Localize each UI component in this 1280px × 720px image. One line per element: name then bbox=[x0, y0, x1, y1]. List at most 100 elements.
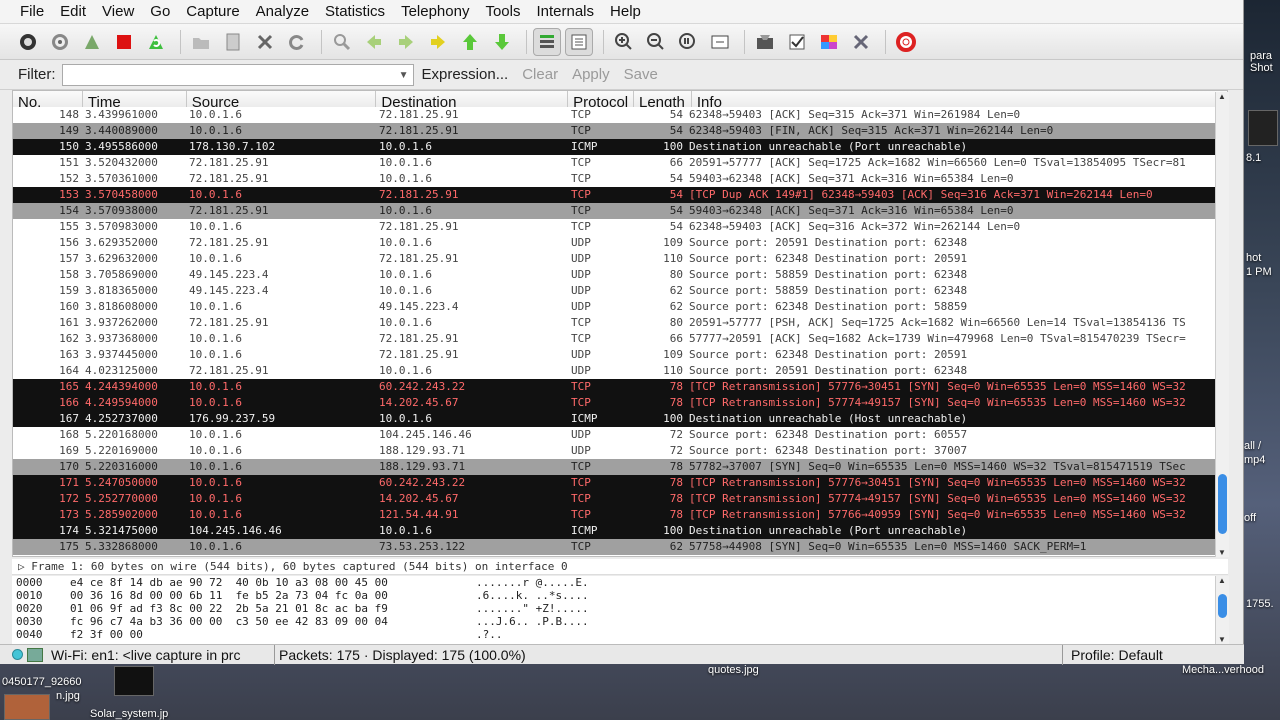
menu-help[interactable]: Help bbox=[602, 0, 649, 24]
packet-row[interactable]: 149 3.440089000 10.0.1.6 72.181.25.91 TCP 54 6… bbox=[13, 123, 1227, 139]
last-packet-icon[interactable] bbox=[488, 28, 516, 56]
byte-row[interactable]: 0010 00 36 16 8d 00 00 6b 11 fe b5 2a 73 … bbox=[12, 589, 1228, 602]
save-button[interactable]: Save bbox=[624, 66, 658, 83]
packet-list[interactable]: No. Time Source Destination Protocol Len… bbox=[12, 90, 1228, 557]
clear-button[interactable]: Clear bbox=[522, 66, 558, 83]
desktop-file-label[interactable]: all / bbox=[1244, 440, 1261, 452]
packet-detail-pane[interactable]: ▷ Frame 1: 60 bytes on wire (544 bits), … bbox=[12, 559, 1228, 575]
menu-edit[interactable]: Edit bbox=[52, 0, 94, 24]
packet-row[interactable]: 173 5.285902000 10.0.1.6 121.54.44.91 TCP 78 [… bbox=[13, 507, 1227, 523]
auto-scroll-icon[interactable] bbox=[565, 27, 593, 56]
forward-icon[interactable] bbox=[392, 28, 420, 56]
interface-list-icon[interactable] bbox=[14, 28, 42, 56]
desktop-file-label[interactable]: Shot bbox=[1250, 62, 1273, 74]
desktop-file-label[interactable]: Mecha...verhood bbox=[1182, 664, 1264, 676]
packet-row[interactable]: 164 4.023125000 72.181.25.91 10.0.1.6 UDP 110… bbox=[13, 363, 1227, 379]
packet-row[interactable]: 158 3.705869000 49.145.223.4 10.0.1.6 UDP 80 S… bbox=[13, 267, 1227, 283]
scroll-thumb[interactable] bbox=[1218, 594, 1227, 618]
save-file-icon[interactable] bbox=[219, 28, 247, 56]
packet-row[interactable]: 161 3.937262000 72.181.25.91 10.0.1.6 TCP 80 2… bbox=[13, 315, 1227, 331]
packet-row[interactable]: 175 5.332868000 10.0.1.6 73.53.253.122 TCP 62… bbox=[13, 539, 1227, 555]
status-profile[interactable]: Profile: Default bbox=[1063, 645, 1233, 665]
packet-row[interactable]: 167 4.252737000 176.99.237.59 10.0.1.6 ICMP 1… bbox=[13, 411, 1227, 427]
packet-row[interactable]: 171 5.247050000 10.0.1.6 60.242.243.22 TCP 78… bbox=[13, 475, 1227, 491]
menu-capture[interactable]: Capture bbox=[178, 0, 247, 24]
normal-size-icon[interactable] bbox=[674, 28, 702, 56]
menu-view[interactable]: View bbox=[94, 0, 142, 24]
desktop-file-label[interactable]: 0450177_92660 bbox=[2, 676, 82, 688]
filter-input-box[interactable]: ▼ bbox=[61, 63, 414, 86]
packet-row[interactable]: 157 3.629632000 10.0.1.6 72.181.25.91 UDP 110… bbox=[13, 251, 1227, 267]
byte-row[interactable]: 0020 01 06 9f ad f3 8c 00 22 2b 5a 21 01 … bbox=[12, 602, 1228, 615]
coloring-rules-icon[interactable] bbox=[815, 28, 843, 56]
packet-row[interactable]: 170 5.220316000 10.0.1.6 188.129.93.71 TCP 78… bbox=[13, 459, 1227, 475]
restart-capture-icon[interactable] bbox=[142, 28, 170, 56]
packet-row[interactable]: 166 4.249594000 10.0.1.6 14.202.45.67 TCP 78 [… bbox=[13, 395, 1227, 411]
open-file-icon[interactable] bbox=[187, 28, 215, 56]
menu-statistics[interactable]: Statistics bbox=[317, 0, 393, 24]
desktop-file-label[interactable]: 8.1 bbox=[1246, 152, 1261, 164]
help-icon[interactable] bbox=[892, 28, 920, 56]
desktop-file-thumbnail[interactable] bbox=[1248, 110, 1278, 146]
packet-row[interactable]: 156 3.629352000 72.181.25.91 10.0.1.6 UDP 109… bbox=[13, 235, 1227, 251]
menu-telephony[interactable]: Telephony bbox=[393, 0, 477, 24]
scroll-thumb[interactable] bbox=[1218, 474, 1227, 534]
go-to-packet-icon[interactable] bbox=[424, 28, 452, 56]
chevron-down-icon[interactable]: ▼ bbox=[399, 70, 409, 81]
desktop-file-label[interactable]: Solar_system.jp bbox=[90, 708, 168, 720]
packet-row[interactable]: 168 5.220168000 10.0.1.6 104.245.146.46 UDP 7… bbox=[13, 427, 1227, 443]
display-filters-icon[interactable] bbox=[783, 28, 811, 56]
scroll-down-icon[interactable]: ▼ bbox=[1218, 635, 1226, 644]
expert-info-icon[interactable] bbox=[27, 647, 43, 662]
desktop-file-thumbnail[interactable] bbox=[114, 666, 154, 696]
zoom-out-icon[interactable] bbox=[642, 28, 670, 56]
desktop-file-label[interactable]: 1 PM bbox=[1246, 266, 1272, 278]
packet-row[interactable]: 155 3.570983000 10.0.1.6 72.181.25.91 TCP 54 6… bbox=[13, 219, 1227, 235]
desktop-file-thumbnail[interactable] bbox=[4, 694, 50, 720]
scroll-up-icon[interactable]: ▲ bbox=[1218, 576, 1226, 585]
packet-row[interactable]: 174 5.321475000 104.245.146.46 10.0.1.6 ICMP… bbox=[13, 523, 1227, 539]
packet-row[interactable]: 148 3.439961000 10.0.1.6 72.181.25.91 TCP 54 6… bbox=[13, 107, 1227, 123]
desktop-file-label[interactable]: off bbox=[1244, 512, 1256, 524]
scroll-up-icon[interactable]: ▲ bbox=[1218, 92, 1226, 101]
packet-row[interactable]: 152 3.570361000 72.181.25.91 10.0.1.6 TCP 54 5… bbox=[13, 171, 1227, 187]
bytes-scrollbar[interactable]: ▲ ▼ bbox=[1215, 576, 1229, 644]
apply-button[interactable]: Apply bbox=[572, 66, 610, 83]
close-file-icon[interactable] bbox=[251, 28, 279, 56]
capture-options-icon[interactable] bbox=[46, 28, 74, 56]
back-icon[interactable] bbox=[360, 28, 388, 56]
desktop-file-label[interactable]: hot bbox=[1246, 252, 1261, 264]
packet-row[interactable]: 162 3.937368000 10.0.1.6 72.181.25.91 TCP 66 5… bbox=[13, 331, 1227, 347]
desktop-file-label[interactable]: quotes.jpg bbox=[708, 664, 759, 676]
packet-row[interactable]: 169 5.220169000 10.0.1.6 188.129.93.71 UDP 72… bbox=[13, 443, 1227, 459]
packet-row[interactable]: 153 3.570458000 10.0.1.6 72.181.25.91 TCP 54 [… bbox=[13, 187, 1227, 203]
packet-row[interactable]: 172 5.252770000 10.0.1.6 14.202.45.67 TCP 78 [… bbox=[13, 491, 1227, 507]
packet-row[interactable]: 160 3.818608000 10.0.1.6 49.145.223.4 UDP 62 S… bbox=[13, 299, 1227, 315]
menu-go[interactable]: Go bbox=[142, 0, 178, 24]
byte-row[interactable]: 0040 f2 3f 00 00.?.. bbox=[12, 628, 1228, 641]
desktop-file-label[interactable]: mp4 bbox=[1244, 454, 1265, 466]
packet-list-scrollbar[interactable]: ▲ ▼ bbox=[1215, 92, 1229, 557]
packet-bytes-pane[interactable]: 0000 e4 ce 8f 14 db ae 90 72 40 0b 10 a3 … bbox=[12, 576, 1228, 644]
colorize-icon[interactable] bbox=[533, 27, 561, 56]
packet-row[interactable]: 159 3.818365000 49.145.223.4 10.0.1.6 UDP 62 S… bbox=[13, 283, 1227, 299]
start-capture-icon[interactable] bbox=[78, 28, 106, 56]
scroll-down-icon[interactable]: ▼ bbox=[1218, 548, 1226, 557]
byte-row[interactable]: 0000 e4 ce 8f 14 db ae 90 72 40 0b 10 a3 … bbox=[12, 576, 1228, 589]
first-packet-icon[interactable] bbox=[456, 28, 484, 56]
menu-tools[interactable]: Tools bbox=[477, 0, 528, 24]
find-packet-icon[interactable] bbox=[328, 28, 356, 56]
desktop-file-label[interactable]: n.jpg bbox=[56, 690, 80, 702]
reload-icon[interactable] bbox=[283, 28, 311, 56]
expression-button[interactable]: Expression... bbox=[422, 66, 509, 83]
menu-file[interactable]: File bbox=[12, 0, 52, 24]
resize-columns-icon[interactable] bbox=[706, 28, 734, 56]
capture-status-icon[interactable] bbox=[12, 649, 23, 660]
byte-row[interactable]: 0030 fc 96 c7 4a b3 36 00 00 c3 50 ee 42 … bbox=[12, 615, 1228, 628]
desktop-file-label[interactable]: para bbox=[1250, 50, 1272, 62]
packet-row[interactable]: 163 3.937445000 10.0.1.6 72.181.25.91 UDP 109… bbox=[13, 347, 1227, 363]
menu-internals[interactable]: Internals bbox=[528, 0, 602, 24]
packet-row[interactable]: 150 3.495586000 178.130.7.102 10.0.1.6 ICMP 1… bbox=[13, 139, 1227, 155]
preferences-icon[interactable] bbox=[847, 28, 875, 56]
stop-capture-icon[interactable] bbox=[110, 28, 138, 56]
